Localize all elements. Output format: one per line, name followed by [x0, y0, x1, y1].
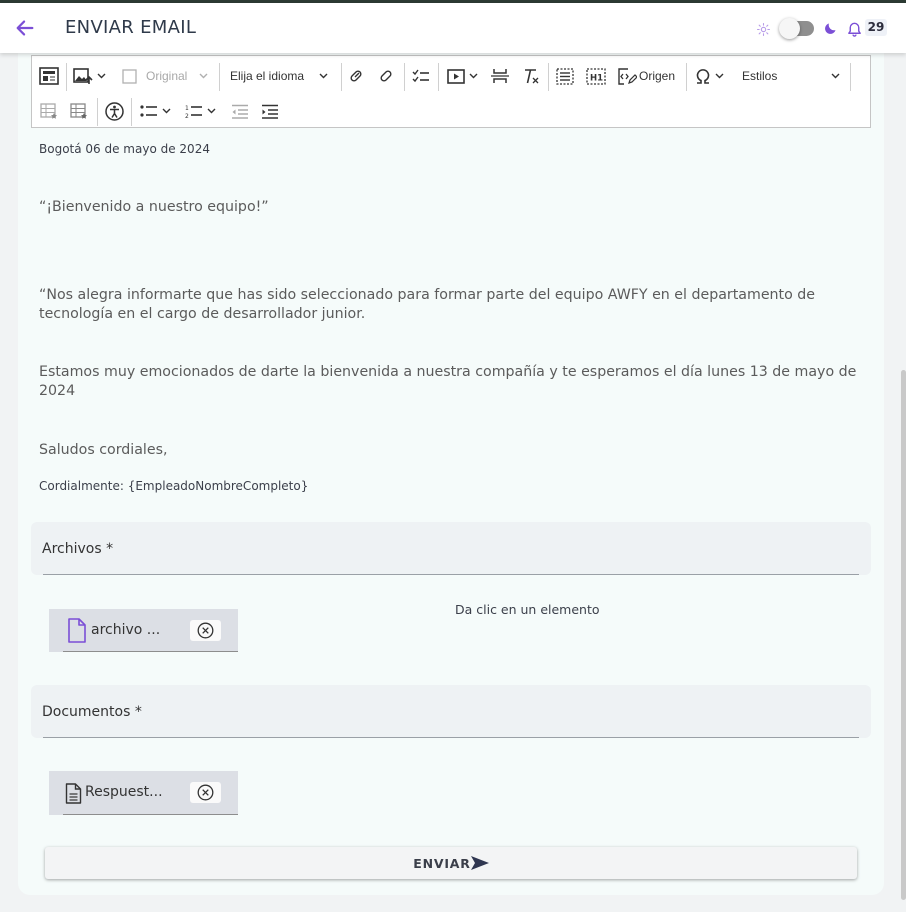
toolbar-separator	[97, 98, 98, 126]
page-scrollbar[interactable]	[901, 370, 906, 900]
file-name: archivo ...	[91, 622, 161, 638]
toolbar-separator	[686, 63, 687, 91]
chip-underline	[63, 814, 238, 815]
heading-icon[interactable]: H1	[586, 65, 606, 87]
document-name: Respuest...	[85, 784, 163, 800]
svg-text:H1: H1	[590, 73, 603, 83]
template-icon[interactable]	[39, 65, 59, 87]
accessibility-icon[interactable]	[105, 100, 124, 122]
remove-file-button[interactable]	[190, 620, 221, 641]
source-icon	[618, 67, 637, 85]
toggle-knob	[779, 18, 800, 39]
styles-select[interactable]: Estilos	[742, 65, 840, 87]
email-date-line: Bogotá 06 de mayo de 2024	[39, 142, 210, 156]
bulleted-list-icon[interactable]	[140, 100, 171, 122]
special-characters-icon[interactable]	[695, 65, 724, 87]
toolbar-separator	[438, 63, 439, 91]
close-circle-icon	[197, 784, 214, 801]
file-chip[interactable]: archivo ...	[49, 609, 238, 652]
theme-toggle[interactable]	[779, 18, 814, 39]
svg-text:1: 1	[185, 105, 189, 112]
toolbar-separator	[850, 63, 851, 91]
toolbar-separator	[66, 63, 67, 91]
documents-section-header[interactable]: Documentos *	[31, 685, 871, 738]
source-button-label: Origen	[639, 69, 676, 83]
todo-list-icon[interactable]	[412, 65, 430, 87]
toolbar-row-1: Original Elija el idioma H1 Origen Estil…	[32, 59, 870, 93]
unlink-icon[interactable]	[378, 65, 394, 87]
image-size-dropdown[interactable]: Original	[122, 65, 208, 87]
media-embed-icon[interactable]	[447, 65, 478, 87]
image-upload-icon[interactable]	[73, 65, 106, 87]
bell-icon[interactable]	[846, 20, 863, 38]
chevron-down-icon	[831, 73, 840, 79]
email-signature: Cordialmente: {EmpleadoNombreCompleto}	[39, 479, 309, 493]
click-hint: Da clic en un elemento	[455, 602, 600, 617]
language-select[interactable]: Elija el idioma	[230, 65, 328, 87]
outdent-icon[interactable]	[231, 100, 249, 122]
notification-badge: 29	[865, 19, 887, 36]
document-chip[interactable]: Respuest...	[49, 771, 238, 815]
toolbar-separator	[548, 63, 549, 91]
toolbar-separator	[341, 63, 342, 91]
file-icon	[68, 618, 86, 643]
back-arrow-icon[interactable]	[14, 17, 36, 39]
email-paragraph-1: “Nos alegra informarte que has sido sele…	[39, 287, 816, 322]
toolbar-row-2: 12	[32, 94, 870, 128]
table-properties-icon[interactable]	[70, 100, 88, 122]
image-size-icon	[122, 68, 137, 84]
page-title: ENVIAR EMAIL	[65, 17, 197, 38]
files-label: Archivos *	[42, 541, 114, 557]
toolbar-separator	[404, 63, 405, 91]
email-paragraph-2: Estamos muy emocionados de darte la bien…	[39, 364, 857, 399]
app-bar: ENVIAR EMAIL 29	[0, 3, 906, 53]
source-button[interactable]: Origen	[618, 65, 675, 87]
image-size-label: Original	[146, 69, 188, 83]
styles-select-label: Estilos	[742, 69, 778, 83]
remove-format-icon[interactable]	[522, 65, 540, 87]
editor-toolbar: Original Elija el idioma H1 Origen Estil…	[31, 55, 871, 128]
moon-icon	[825, 23, 836, 34]
close-circle-icon	[197, 622, 214, 639]
chip-underline	[63, 651, 238, 652]
toolbar-separator	[131, 98, 132, 126]
insert-table-icon[interactable]	[40, 100, 58, 122]
email-closing: Saludos cordiales,	[39, 442, 168, 458]
remove-document-button[interactable]	[190, 782, 221, 803]
send-button-label: ENVIAR	[413, 855, 471, 871]
email-form-card	[18, 53, 884, 895]
files-underline	[43, 574, 859, 575]
language-select-label: Elija el idioma	[230, 69, 305, 83]
select-all-icon[interactable]	[556, 65, 574, 87]
indent-icon[interactable]	[261, 100, 279, 122]
send-icon	[470, 856, 489, 870]
chevron-down-icon	[319, 73, 328, 79]
document-icon	[65, 783, 82, 804]
documents-label: Documentos *	[42, 704, 142, 720]
numbered-list-icon[interactable]: 12	[185, 100, 216, 122]
files-section-header[interactable]: Archivos *	[31, 522, 871, 575]
toolbar-separator	[219, 63, 220, 91]
page-break-icon[interactable]	[491, 65, 509, 87]
documents-underline	[43, 737, 859, 738]
link-icon[interactable]	[348, 65, 364, 87]
sun-icon	[757, 23, 770, 36]
email-greeting: “¡Bienvenido a nuestro equipo!”	[39, 199, 269, 215]
svg-text:2: 2	[185, 113, 189, 119]
send-button[interactable]: ENVIAR	[45, 847, 857, 879]
